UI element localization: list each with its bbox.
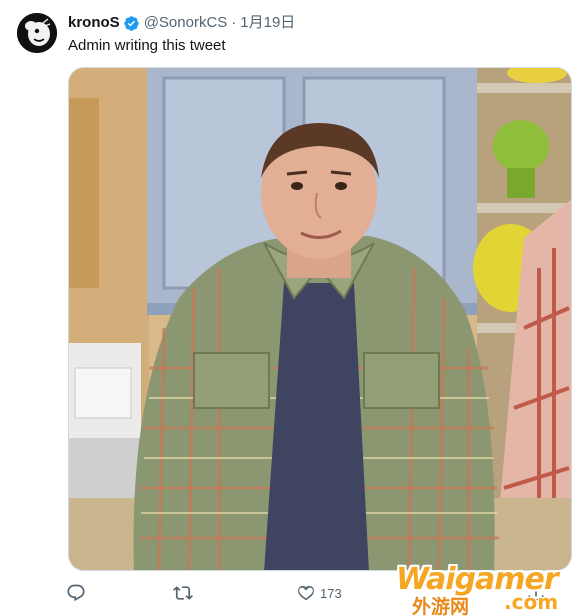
like-button[interactable]: 173 [296, 580, 342, 606]
avatar-image [17, 13, 57, 53]
share-icon [526, 583, 546, 603]
reply-button[interactable] [66, 580, 90, 606]
separator-dot: · [231, 14, 237, 31]
verified-badge-icon [123, 15, 140, 32]
author-name[interactable]: kronoS [68, 14, 120, 32]
like-count: 173 [320, 585, 342, 601]
tweet-photo[interactable] [68, 67, 572, 571]
tweet-date[interactable]: 1月19日 [240, 14, 295, 32]
author-handle[interactable]: @SonorkCS [144, 14, 228, 32]
action-bar: 173 [66, 580, 576, 606]
retweet-button[interactable] [173, 580, 197, 606]
tweet-text: Admin writing this tweet [68, 37, 226, 54]
photo-image [69, 68, 571, 570]
tweet[interactable]: kronoS @SonorkCS · 1月19日 Admin writing t… [0, 0, 584, 616]
retweet-icon [173, 583, 193, 603]
heart-icon [296, 583, 316, 603]
avatar[interactable] [17, 13, 57, 53]
reply-icon [66, 583, 86, 603]
share-button[interactable] [526, 580, 546, 606]
tweet-header: kronoS @SonorkCS · 1月19日 [68, 14, 295, 32]
